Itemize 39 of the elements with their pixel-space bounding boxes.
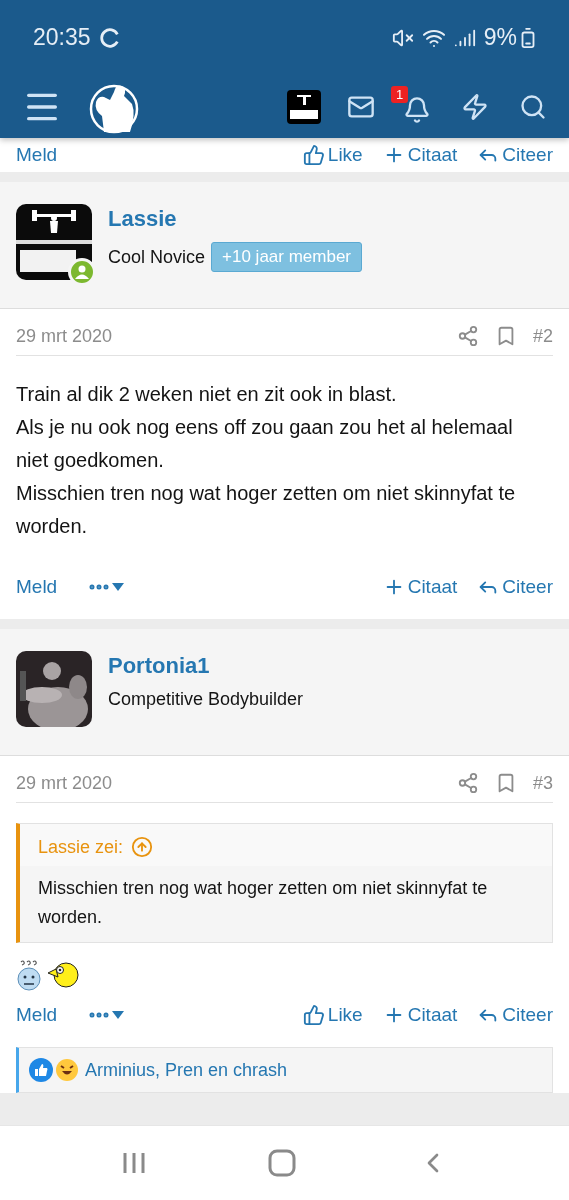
user-title: Cool Novice xyxy=(108,246,206,268)
report-link[interactable]: Meld xyxy=(16,144,58,166)
thumbs-up-icon[interactable] xyxy=(302,144,325,166)
like-link[interactable]: Like xyxy=(302,1004,363,1026)
thumbs-up-icon[interactable] xyxy=(302,1004,325,1026)
quote-link[interactable]: Citaat xyxy=(382,576,458,598)
battery-percentage: 9% xyxy=(483,24,517,51)
quote-link[interactable]: Citaat xyxy=(382,1004,458,1026)
bell-icon[interactable] xyxy=(403,95,431,124)
notifications-button[interactable]: 1 xyxy=(391,85,435,128)
caret-icon[interactable] xyxy=(111,582,126,592)
quote-text: Misschien tren nog wat hoger zetten om niet skinnyfat te worden. xyxy=(37,877,489,929)
reply-link[interactable]: Citeer xyxy=(477,576,553,598)
post-date[interactable]: 29 mrt 2020 xyxy=(16,325,441,347)
reactions-bar[interactable]: Arminius, Pren en chrash xyxy=(16,1047,553,1093)
reply-link[interactable]: Citeer xyxy=(477,1004,553,1026)
laugh-reaction-icon xyxy=(55,1058,79,1082)
like-link[interactable]: Like xyxy=(302,144,363,166)
post-date[interactable]: 29 mrt 2020 xyxy=(16,772,441,794)
post-number[interactable]: #3 xyxy=(532,772,553,794)
report-link[interactable]: Meld xyxy=(16,576,58,598)
report-link[interactable]: Meld xyxy=(16,1004,58,1026)
sync-icon xyxy=(98,26,121,49)
quote-link[interactable]: Citaat xyxy=(382,144,458,166)
like-reaction-icon xyxy=(29,1058,53,1082)
bird-smiley-icon xyxy=(46,959,80,989)
caret-icon[interactable] xyxy=(111,1010,126,1020)
member-badge: +10 jaar member xyxy=(211,242,363,272)
post-text: Train al dik 2 weken niet en zit ook in blast. Als je nu ook nog eens off zou gaan zou het al helemaal niet goedkomen. Misschien tren nog wat hoger zetten om niet skinnyfat te worden. xyxy=(16,382,517,539)
status-time: 20:35 xyxy=(33,24,91,51)
share-icon[interactable] xyxy=(456,325,479,347)
share-icon[interactable] xyxy=(456,772,479,794)
user-title: Competitive Bodybuilder xyxy=(108,689,304,710)
reply-link[interactable]: Citeer xyxy=(477,144,553,166)
username[interactable]: Lassie xyxy=(108,206,363,232)
username[interactable]: Portonia1 xyxy=(108,653,304,679)
post-number[interactable]: #2 xyxy=(532,325,553,347)
notification-count: 1 xyxy=(391,85,409,103)
reaction-users[interactable]: Arminius, Pren en chrash xyxy=(85,1059,288,1081)
